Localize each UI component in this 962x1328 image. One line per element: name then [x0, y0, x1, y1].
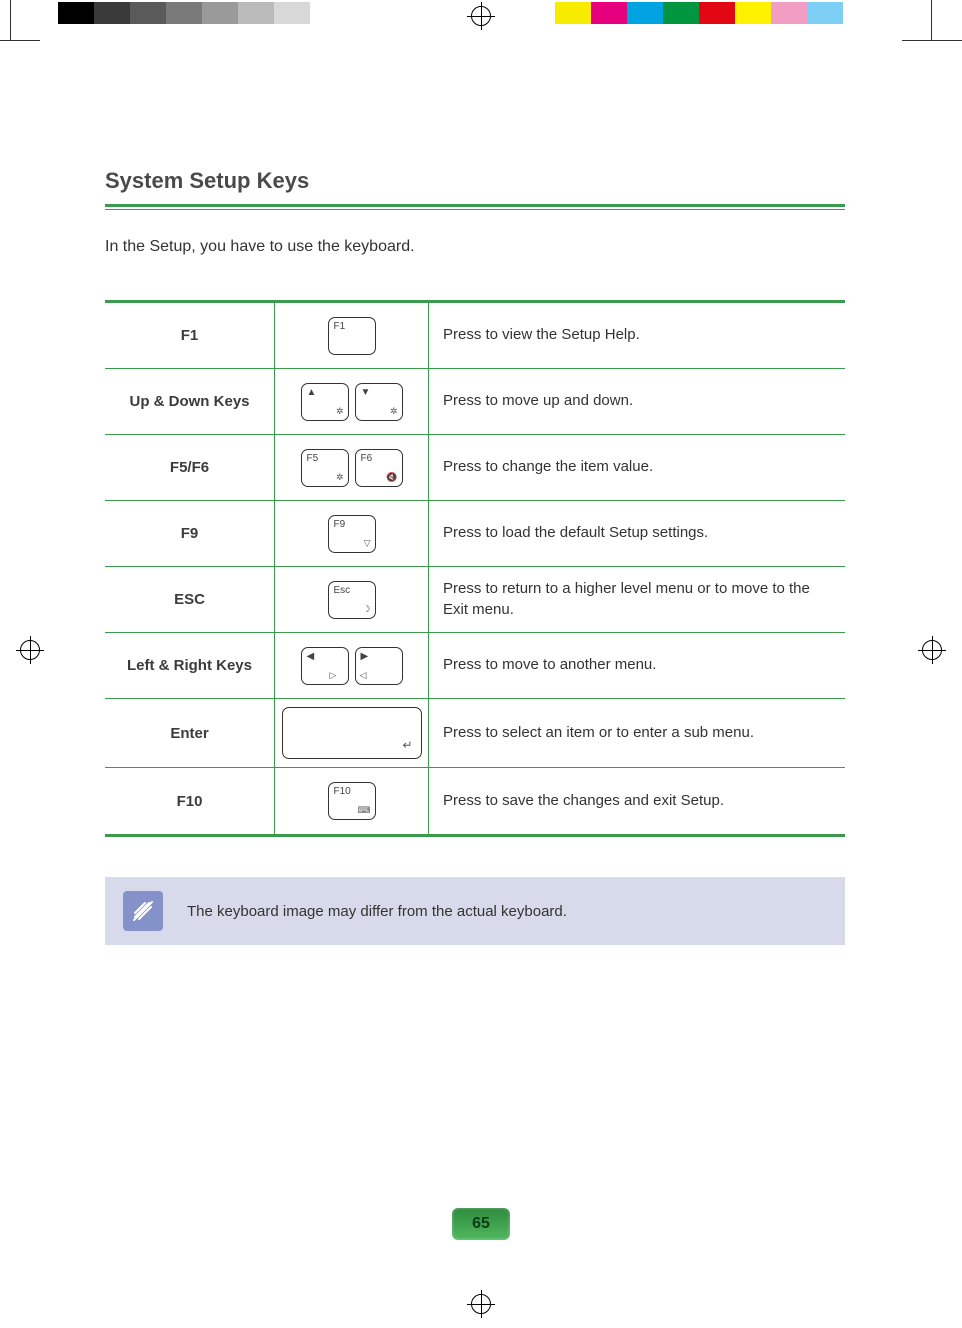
key-visual: ↵ — [275, 699, 429, 767]
table-row: Up & Down Keys▲✲▼✲Press to move up and d… — [105, 369, 845, 435]
section-title: System Setup Keys — [105, 168, 845, 204]
keycap-icon: ◀▷ — [301, 647, 349, 685]
registration-mark — [16, 636, 44, 664]
color-swatch — [771, 2, 807, 24]
title-divider-thin — [105, 209, 845, 210]
key-visual: F10⌨ — [275, 768, 429, 834]
keycap-icon: F5✲ — [301, 449, 349, 487]
setup-keys-table: F1 F1 Press to view the Setup Help. Up & Do… — [105, 300, 845, 837]
key-visual: F1 — [275, 303, 429, 368]
key-description: Press to save the changes and exit Setup… — [429, 768, 845, 834]
color-swatch — [130, 2, 166, 24]
intro-text: In the Setup, you have to use the keyboa… — [105, 238, 845, 256]
table-row: F5/F6F5✲F6🔇Press to change the item valu… — [105, 435, 845, 501]
key-visual: F9▽ — [275, 501, 429, 566]
table-row: F9 F9▽ Press to load the default Setup set… — [105, 501, 845, 567]
color-swatch — [843, 2, 879, 24]
key-name: Enter — [105, 699, 275, 767]
keycap-icon: ▼✲ — [355, 383, 403, 421]
keycap-icon: F9▽ — [328, 515, 376, 553]
page-number-badge: 65 — [452, 1208, 510, 1240]
registration-mark — [918, 636, 946, 664]
table-row: F10 F10⌨ Press to save the changes and exi… — [105, 768, 845, 834]
keycap-icon: ↵ — [282, 707, 422, 759]
color-bar-right — [555, 2, 879, 24]
crop-mark — [0, 40, 40, 41]
key-description: Press to change the item value. — [429, 435, 845, 500]
key-name: F10 — [105, 768, 275, 834]
title-divider — [105, 204, 845, 207]
table-row: Left & Right Keys◀▷▶◁Press to move to an… — [105, 633, 845, 699]
key-visual: ▲✲▼✲ — [275, 369, 429, 434]
keycap-icon: F6🔇 — [355, 449, 403, 487]
page-number: 65 — [472, 1215, 490, 1233]
key-name: F9 — [105, 501, 275, 566]
color-swatch — [166, 2, 202, 24]
table-row: Enter↵Press to select an item or to ente… — [105, 699, 845, 768]
key-name: F5/F6 — [105, 435, 275, 500]
color-swatch — [58, 2, 94, 24]
key-name: F1 — [105, 303, 275, 368]
key-name: Up & Down Keys — [105, 369, 275, 434]
color-swatch — [238, 2, 274, 24]
note-icon — [123, 891, 163, 931]
keycap-icon: ▲✲ — [301, 383, 349, 421]
color-swatch — [202, 2, 238, 24]
key-description: Press to load the default Setup settings… — [429, 501, 845, 566]
keycap-icon: F1 — [328, 317, 376, 355]
color-bar-left — [58, 2, 346, 24]
table-row: F1 F1 Press to view the Setup Help. — [105, 303, 845, 369]
registration-mark — [467, 2, 495, 30]
color-swatch — [555, 2, 591, 24]
key-description: Press to return to a higher level menu o… — [429, 567, 845, 632]
color-swatch — [627, 2, 663, 24]
key-visual: Esc☽ — [275, 567, 429, 632]
key-description: Press to move up and down. — [429, 369, 845, 434]
registration-mark — [467, 1290, 495, 1318]
keycap-icon: Esc☽ — [328, 581, 376, 619]
key-visual: F5✲F6🔇 — [275, 435, 429, 500]
key-description: Press to move to another menu. — [429, 633, 845, 698]
keycap-icon: F10⌨ — [328, 782, 376, 820]
color-swatch — [663, 2, 699, 24]
note-text: The keyboard image may differ from the a… — [187, 903, 567, 920]
crop-mark — [931, 0, 932, 40]
key-name: ESC — [105, 567, 275, 632]
color-swatch — [807, 2, 843, 24]
key-name: Left & Right Keys — [105, 633, 275, 698]
crop-mark — [10, 0, 11, 40]
color-swatch — [591, 2, 627, 24]
color-swatch — [310, 2, 346, 24]
page-content: System Setup Keys In the Setup, you have… — [105, 168, 845, 945]
color-swatch — [735, 2, 771, 24]
color-swatch — [274, 2, 310, 24]
keycap-icon: ▶◁ — [355, 647, 403, 685]
color-swatch — [699, 2, 735, 24]
key-description: Press to view the Setup Help. — [429, 303, 845, 368]
table-row: ESC Esc☽ Press to return to a higher level… — [105, 567, 845, 633]
key-description: Press to select an item or to enter a su… — [429, 699, 845, 767]
note-box: The keyboard image may differ from the a… — [105, 877, 845, 945]
key-visual: ◀▷▶◁ — [275, 633, 429, 698]
crop-mark — [902, 40, 962, 41]
color-swatch — [94, 2, 130, 24]
